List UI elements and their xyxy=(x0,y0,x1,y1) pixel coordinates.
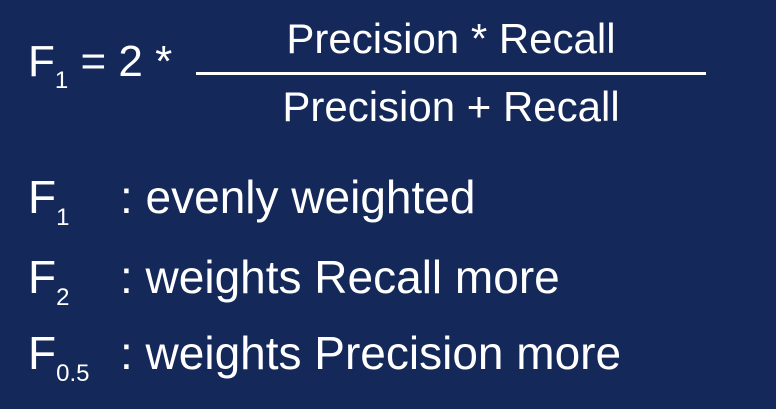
row-f2: F2: weights Recall more xyxy=(28,252,560,323)
symbol-letter: F xyxy=(28,251,57,303)
symbol-subscript: 1 xyxy=(56,204,70,231)
row-symbol: F1 xyxy=(28,172,120,243)
formula-lhs: F1 = 2 * xyxy=(28,40,172,103)
formula-subscript: 1 xyxy=(54,67,69,94)
row-symbol: F0.5 xyxy=(28,328,120,399)
f1-formula: F1 = 2 * Precision * Recall Precision + … xyxy=(28,10,728,130)
symbol-letter: F xyxy=(28,171,57,223)
row-f05: F0.5: weights Precision more xyxy=(28,328,621,399)
formula-symbol: F xyxy=(28,37,55,86)
row-description: : weights Recall more xyxy=(120,251,560,303)
row-symbol: F2 xyxy=(28,252,120,323)
row-description: : evenly weighted xyxy=(120,171,476,223)
fraction-denominator: Precision + Recall xyxy=(282,83,620,130)
formula-operator: = 2 * xyxy=(68,37,173,86)
symbol-letter: F xyxy=(28,327,57,379)
fraction: Precision * Recall Precision + Recall xyxy=(196,10,706,130)
symbol-subscript: 2 xyxy=(56,284,70,311)
fraction-numerator: Precision * Recall xyxy=(286,15,616,62)
fraction-bar xyxy=(196,72,706,75)
row-description: : weights Precision more xyxy=(120,327,622,379)
row-f1: F1: evenly weighted xyxy=(28,172,475,243)
symbol-subscript: 0.5 xyxy=(56,360,90,387)
slide: F1 = 2 * Precision * Recall Precision + … xyxy=(0,0,776,409)
